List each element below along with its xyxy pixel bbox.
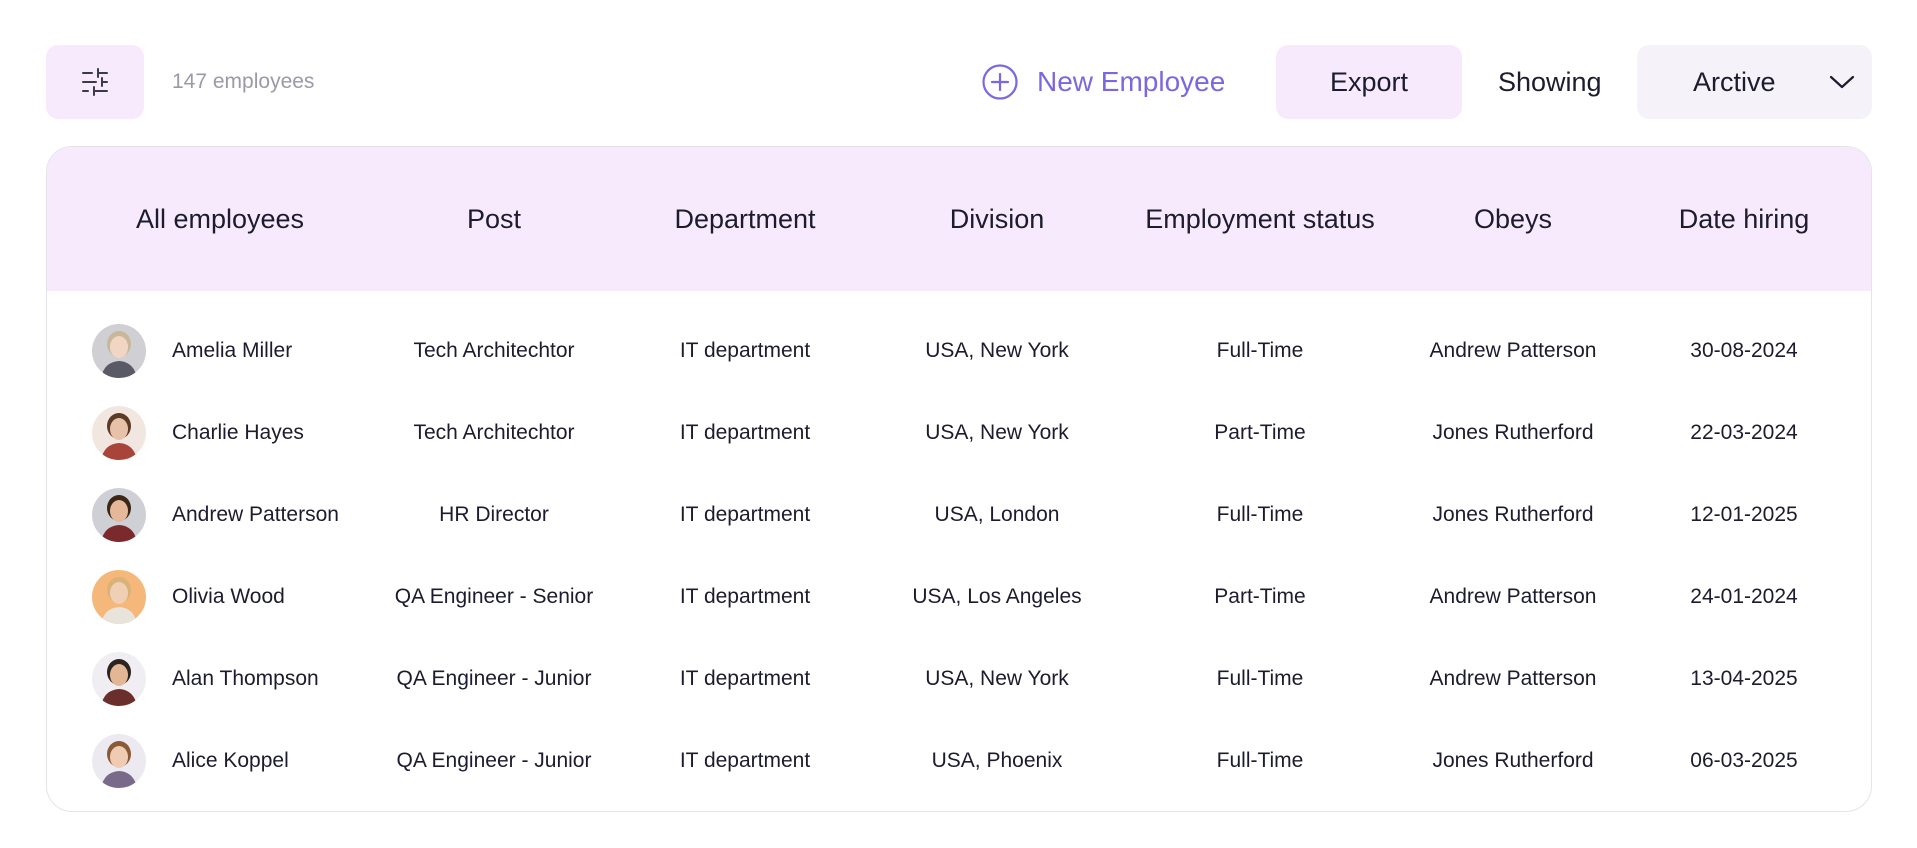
department-cell: IT department [679, 667, 811, 690]
date-hiring-cell: 30-08-2024 [1690, 339, 1798, 362]
post-cell: QA Engineer - Junior [396, 749, 592, 772]
table-row[interactable]: Alice Koppel QA Engineer - Junior IT depar… [47, 721, 1871, 801]
new-employee-label: New Employee [1037, 66, 1226, 97]
avatar [92, 488, 146, 542]
employee-name-cell[interactable]: Charlie Hayes [172, 393, 304, 473]
column-header-all-employees[interactable]: All employees [136, 147, 304, 291]
status-select-value: Arctive [1693, 66, 1776, 97]
employment-status-cell: Full-Time [1216, 503, 1304, 526]
post-cell: HR Director [439, 503, 549, 526]
avatar [92, 570, 146, 624]
department-cell: IT department [679, 421, 811, 444]
column-header-division[interactable]: Division [950, 147, 1045, 291]
department-cell: IT department [679, 503, 811, 526]
date-hiring-cell: 22-03-2024 [1690, 421, 1798, 444]
division-cell: USA, London [934, 503, 1060, 526]
employment-status-cell: Full-Time [1216, 667, 1304, 690]
toolbar: 147 employees New Employee Export Showin… [46, 45, 1872, 119]
department-cell: IT department [679, 585, 811, 608]
post-cell: QA Engineer - Junior [396, 667, 592, 690]
department-cell: IT department [679, 749, 811, 772]
employee-count: 147 employees [172, 70, 315, 93]
avatar [92, 406, 146, 460]
avatar [92, 734, 146, 788]
employees-table: All employees Post Department Division E… [46, 146, 1872, 812]
obeys-cell: Andrew Patterson [1429, 339, 1597, 362]
employment-status-cell: Full-Time [1216, 339, 1304, 362]
table-row[interactable]: Alan Thompson QA Engineer - Junior IT depa… [47, 639, 1871, 719]
column-header-department[interactable]: Department [674, 147, 815, 291]
division-cell: USA, New York [925, 421, 1069, 444]
division-cell: USA, New York [925, 667, 1069, 690]
table-header: All employees Post Department Division E… [47, 147, 1871, 291]
column-header-employment-status[interactable]: Employment status [1145, 147, 1375, 291]
employee-name-cell[interactable]: Olivia Wood [172, 557, 285, 637]
obeys-cell: Jones Rutherford [1432, 503, 1594, 526]
new-employee-button[interactable]: New Employee [981, 45, 1225, 119]
obeys-cell: Andrew Patterson [1429, 585, 1597, 608]
column-header-post[interactable]: Post [467, 147, 521, 291]
division-cell: USA, Los Angeles [912, 585, 1082, 608]
export-button[interactable]: Export [1276, 45, 1462, 119]
column-header-obeys[interactable]: Obeys [1474, 147, 1552, 291]
division-cell: USA, New York [925, 339, 1069, 362]
date-hiring-cell: 06-03-2025 [1690, 749, 1798, 772]
plus-circle-icon [982, 64, 1018, 100]
post-cell: Tech Architechtor [413, 421, 575, 444]
obeys-cell: Andrew Patterson [1429, 667, 1597, 690]
showing-label: Showing [1498, 67, 1602, 97]
avatar [92, 652, 146, 706]
employee-name-cell[interactable]: Andrew Patterson [172, 475, 339, 555]
post-cell: Tech Architechtor [413, 339, 575, 362]
table-row[interactable]: Olivia Wood QA Engineer - Senior IT depart… [47, 557, 1871, 637]
date-hiring-cell: 12-01-2025 [1690, 503, 1798, 526]
employment-status-cell: Part-Time [1214, 421, 1306, 444]
employee-name-cell[interactable]: Alan Thompson [172, 639, 319, 719]
employee-name-cell[interactable]: Amelia Miller [172, 311, 292, 391]
avatar [92, 324, 146, 378]
table-row[interactable]: Andrew Patterson HR Director IT department… [47, 475, 1871, 555]
employment-status-cell: Full-Time [1216, 749, 1304, 772]
department-cell: IT department [679, 339, 811, 362]
date-hiring-cell: 13-04-2025 [1690, 667, 1798, 690]
date-hiring-cell: 24-01-2024 [1690, 585, 1798, 608]
status-select[interactable]: Arctive [1637, 45, 1872, 119]
sliders-icon [82, 68, 108, 96]
employment-status-cell: Part-Time [1214, 585, 1306, 608]
chevron-down-icon [1829, 75, 1855, 89]
obeys-cell: Jones Rutherford [1432, 749, 1594, 772]
employee-name-cell[interactable]: Alice Koppel [172, 721, 289, 801]
filter-button[interactable] [46, 45, 144, 119]
post-cell: QA Engineer - Senior [394, 585, 594, 608]
column-header-date-hiring[interactable]: Date hiring [1679, 147, 1810, 291]
table-row[interactable]: Amelia Miller Tech Architechtor IT departm… [47, 311, 1871, 391]
table-row[interactable]: Charlie Hayes Tech Architechtor IT departm… [47, 393, 1871, 473]
division-cell: USA, Phoenix [931, 749, 1063, 772]
obeys-cell: Jones Rutherford [1432, 421, 1594, 444]
